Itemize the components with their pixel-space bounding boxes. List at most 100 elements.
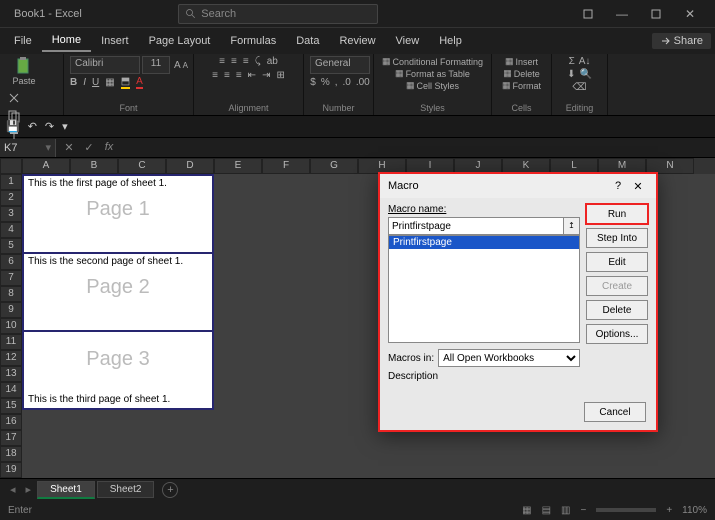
italic-button[interactable]: I (83, 77, 86, 88)
zoom-slider[interactable] (596, 508, 656, 512)
macro-list-item[interactable]: Printfirstpage (389, 236, 579, 249)
select-all-corner[interactable] (0, 158, 22, 174)
fx-icon[interactable]: fx (100, 141, 118, 154)
row-header[interactable]: 19 (0, 462, 22, 478)
row-header[interactable]: 7 (0, 270, 22, 286)
row-header[interactable]: 15 (0, 398, 22, 414)
decrease-font-icon[interactable]: A (183, 61, 188, 70)
align-bottom-icon[interactable]: ≡ (243, 56, 249, 67)
edit-button[interactable]: Edit (586, 252, 648, 272)
col-header[interactable]: G (310, 158, 358, 174)
maximize-icon[interactable] (639, 3, 673, 25)
borders-icon[interactable]: ▦ (105, 77, 114, 88)
accounting-icon[interactable]: $ (310, 77, 316, 88)
merge-icon[interactable]: ⊞ (276, 70, 284, 81)
macro-name-spin-icon[interactable]: ↥ (564, 217, 580, 235)
sheet-tab-sheet1[interactable]: Sheet1 (37, 481, 95, 499)
font-size-select[interactable]: 11 (142, 56, 170, 74)
tab-help[interactable]: Help (429, 31, 472, 51)
format-cells-button[interactable]: ▦Format (502, 80, 541, 91)
row-header[interactable]: 3 (0, 206, 22, 222)
underline-button[interactable]: U (92, 77, 99, 88)
comma-icon[interactable]: , (335, 77, 338, 88)
align-right-icon[interactable]: ≡ (236, 70, 242, 81)
cancel-button[interactable]: Cancel (584, 402, 646, 422)
dialog-close-icon[interactable]: ✕ (628, 180, 648, 193)
tab-formulas[interactable]: Formulas (220, 31, 286, 51)
macro-name-input[interactable] (388, 217, 564, 235)
sheet-tab-sheet2[interactable]: Sheet2 (97, 481, 155, 498)
view-page-layout-icon[interactable]: ▤ (542, 505, 551, 516)
row-header[interactable]: 8 (0, 286, 22, 302)
row-header[interactable]: 12 (0, 350, 22, 366)
run-button[interactable]: Run (586, 204, 648, 224)
sheet-nav-prev-icon[interactable]: ◂ (6, 483, 20, 496)
col-header[interactable]: F (262, 158, 310, 174)
view-normal-icon[interactable]: ▦ (522, 505, 531, 516)
dialog-help-icon[interactable]: ? (608, 180, 628, 192)
col-header[interactable]: D (166, 158, 214, 174)
close-icon[interactable]: ✕ (673, 3, 707, 25)
row-header[interactable]: 5 (0, 238, 22, 254)
step-into-button[interactable]: Step Into (586, 228, 648, 248)
row-header[interactable]: 9 (0, 302, 22, 318)
conditional-formatting-button[interactable]: ▦Conditional Formatting (382, 56, 483, 67)
font-name-select[interactable]: Calibri (70, 56, 140, 74)
row-header[interactable]: 11 (0, 334, 22, 350)
increase-decimal-icon[interactable]: .0 (343, 77, 351, 88)
row-header[interactable]: 16 (0, 414, 22, 430)
row-header[interactable]: 13 (0, 366, 22, 382)
fill-color-icon[interactable]: ⬒ (121, 76, 130, 89)
sort-filter-icon[interactable]: A↓ (579, 56, 591, 67)
row-header[interactable]: 10 (0, 318, 22, 334)
zoom-in-icon[interactable]: + (666, 505, 672, 516)
col-header[interactable]: E (214, 158, 262, 174)
row-header[interactable]: 4 (0, 222, 22, 238)
tab-home[interactable]: Home (42, 30, 91, 52)
decrease-decimal-icon[interactable]: .00 (356, 77, 370, 88)
col-header[interactable]: C (118, 158, 166, 174)
share-button[interactable]: Share (652, 33, 711, 49)
align-top-icon[interactable]: ≡ (219, 56, 225, 67)
zoom-out-icon[interactable]: − (580, 505, 586, 516)
tab-page-layout[interactable]: Page Layout (139, 31, 221, 51)
redo-icon[interactable]: ↷ (45, 120, 54, 133)
cell-styles-button[interactable]: ▦Cell Styles (406, 80, 459, 91)
align-left-icon[interactable]: ≡ (212, 70, 218, 81)
paste-button[interactable]: Paste (6, 56, 42, 86)
options-button[interactable]: Options... (586, 324, 648, 344)
row-header[interactable]: 2 (0, 190, 22, 206)
number-format-select[interactable]: General (310, 56, 370, 74)
ribbon-display-options-icon[interactable] (571, 3, 605, 25)
row-header[interactable]: 17 (0, 430, 22, 446)
row-header[interactable]: 18 (0, 446, 22, 462)
font-color-icon[interactable]: A (136, 76, 143, 89)
macros-in-select[interactable]: All Open Workbooks (438, 349, 580, 367)
tab-view[interactable]: View (386, 31, 430, 51)
wrap-text-icon[interactable]: ab (267, 56, 278, 67)
delete-button[interactable]: Delete (586, 300, 648, 320)
align-center-icon[interactable]: ≡ (224, 70, 230, 81)
tab-file[interactable]: File (4, 31, 42, 51)
bold-button[interactable]: B (70, 77, 77, 88)
create-button[interactable]: Create (586, 276, 648, 296)
sheet-nav-next-icon[interactable]: ▸ (22, 483, 36, 496)
percent-icon[interactable]: % (321, 77, 330, 88)
row-header[interactable]: 6 (0, 254, 22, 270)
col-header[interactable]: B (70, 158, 118, 174)
row-header[interactable]: 14 (0, 382, 22, 398)
autosum-icon[interactable]: Σ (569, 56, 575, 67)
orientation-icon[interactable]: ⤹ (255, 56, 261, 67)
insert-cells-button[interactable]: ▦Insert (505, 56, 538, 67)
align-middle-icon[interactable]: ≡ (231, 56, 237, 67)
search-box[interactable]: Search (178, 4, 378, 24)
tab-review[interactable]: Review (329, 31, 385, 51)
row-header[interactable]: 1 (0, 174, 22, 190)
increase-font-icon[interactable]: A (174, 60, 181, 71)
name-box[interactable]: K7▾ (0, 139, 56, 157)
view-page-break-icon[interactable]: ▥ (561, 505, 570, 516)
find-select-icon[interactable]: 🔍 (579, 69, 591, 80)
format-as-table-button[interactable]: ▦Format as Table (395, 68, 470, 79)
undo-icon[interactable]: ↶ (28, 120, 37, 133)
qat-customize-icon[interactable]: ▾ (62, 120, 68, 133)
